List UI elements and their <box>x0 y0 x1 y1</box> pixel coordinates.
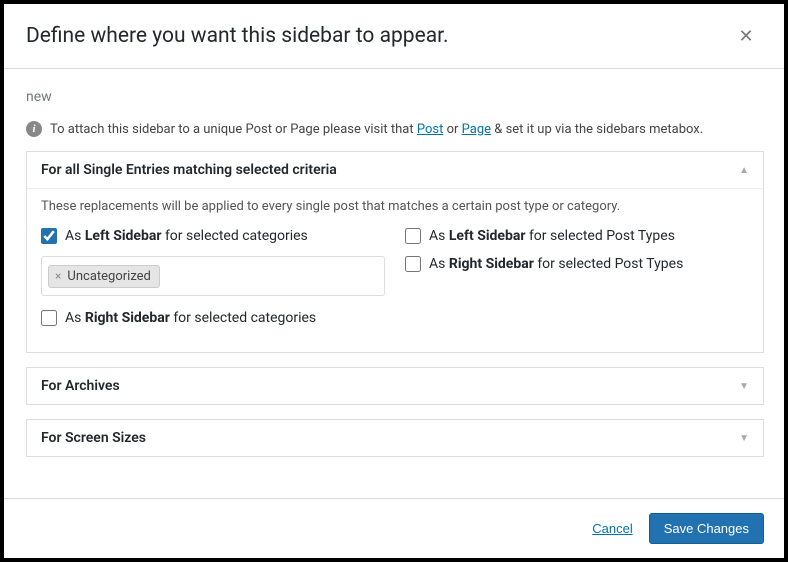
info-prefix: To attach this sidebar to a unique Post … <box>50 122 417 137</box>
checkbox-left-cat[interactable] <box>41 228 57 244</box>
col-categories: As Left Sidebar for selected categories … <box>41 228 385 338</box>
panel-archives-title: For Archives <box>41 378 120 394</box>
checkbox-left-pt[interactable] <box>405 228 421 244</box>
opt-right-sidebar-post-types[interactable]: As Right Sidebar for selected Post Types <box>405 256 749 272</box>
info-text: To attach this sidebar to a unique Post … <box>50 122 703 137</box>
checkbox-right-cat[interactable] <box>41 310 57 326</box>
save-button[interactable]: Save Changes <box>649 513 764 544</box>
opt-left-sidebar-post-types[interactable]: As Left Sidebar for selected Post Types <box>405 228 749 244</box>
opt-right-pt-label: As Right Sidebar for selected Post Types <box>429 256 683 272</box>
opt-left-cat-label: As Left Sidebar for selected categories <box>65 228 308 244</box>
panel-single-entries: For all Single Entries matching selected… <box>26 151 764 353</box>
modal-title: Define where you want this sidebar to ap… <box>26 24 449 48</box>
modal-footer: Cancel Save Changes <box>4 498 784 558</box>
panel-archives-header[interactable]: For Archives ▼ <box>27 368 763 404</box>
info-suffix: & set it up via the sidebars metabox. <box>491 122 703 137</box>
info-icon: i <box>26 121 42 137</box>
panel-single-title: For all Single Entries matching selected… <box>41 162 337 178</box>
tag-remove-icon[interactable]: × <box>53 269 63 283</box>
chevron-down-icon: ▼ <box>739 381 749 392</box>
checkbox-right-pt[interactable] <box>405 256 421 272</box>
link-page[interactable]: Page <box>462 122 491 137</box>
opt-left-sidebar-categories[interactable]: As Left Sidebar for selected categories <box>41 228 385 244</box>
tag-label: Uncategorized <box>67 269 150 284</box>
close-icon: ✕ <box>738 26 753 47</box>
panel-screens-title: For Screen Sizes <box>41 430 146 446</box>
info-or: or <box>443 122 461 137</box>
panel-screen-sizes: For Screen Sizes ▼ <box>26 419 764 457</box>
panel-single-body: These replacements will be applied to ev… <box>27 188 763 352</box>
modal-dialog: Define where you want this sidebar to ap… <box>0 0 788 562</box>
opt-right-cat-label: As Right Sidebar for selected categories <box>65 310 316 326</box>
category-tag-input[interactable]: × Uncategorized <box>41 256 385 296</box>
panel-single-desc: These replacements will be applied to ev… <box>41 199 749 214</box>
modal-header: Define where you want this sidebar to ap… <box>4 4 784 69</box>
chevron-up-icon: ▲ <box>739 165 749 176</box>
sidebar-name: new <box>26 89 764 105</box>
panel-single-header[interactable]: For all Single Entries matching selected… <box>27 152 763 188</box>
col-post-types: As Left Sidebar for selected Post Types … <box>405 228 749 338</box>
close-button[interactable]: ✕ <box>728 18 764 54</box>
opt-right-sidebar-categories[interactable]: As Right Sidebar for selected categories <box>41 310 385 326</box>
cancel-button[interactable]: Cancel <box>592 521 632 536</box>
modal-body: new i To attach this sidebar to a unique… <box>4 69 784 498</box>
tag-uncategorized: × Uncategorized <box>48 265 160 288</box>
panel-archives: For Archives ▼ <box>26 367 764 405</box>
panel-screens-header[interactable]: For Screen Sizes ▼ <box>27 420 763 456</box>
opt-left-pt-label: As Left Sidebar for selected Post Types <box>429 228 675 244</box>
link-post[interactable]: Post <box>417 122 444 137</box>
chevron-down-icon: ▼ <box>739 433 749 444</box>
info-row: i To attach this sidebar to a unique Pos… <box>26 121 764 137</box>
